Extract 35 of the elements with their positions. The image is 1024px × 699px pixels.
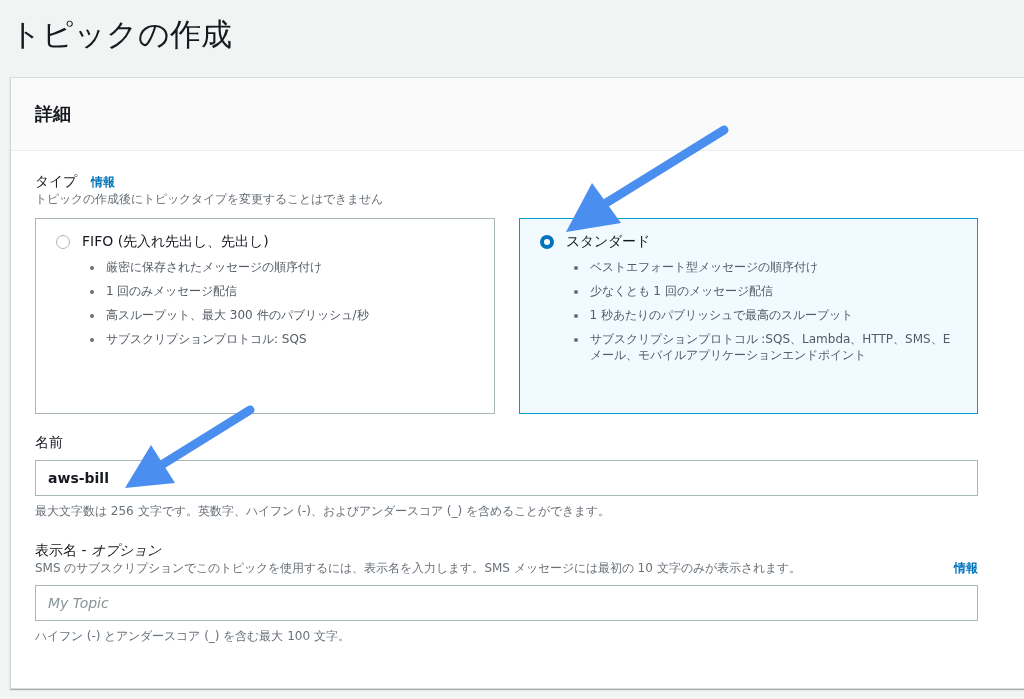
bullet-text: サブスクリプションプロトコル: SQS [106, 331, 307, 347]
option-label: スタンダード [565, 233, 650, 251]
name-input[interactable]: aws-bill [35, 460, 978, 496]
display-name-input[interactable]: My Topic [35, 585, 978, 621]
bullet-text: 厳密に保存されたメッセージの順序付け [106, 259, 322, 275]
name-hint: 最大文字数は 256 文字です。英数字、ハイフン (-)、およびアンダースコア (_) を含めることができます。 [35, 503, 612, 520]
info-link[interactable]: 情報 [954, 560, 978, 577]
bullet-icon [573, 338, 578, 342]
page-title: トピックの作成 [9, 15, 233, 54]
panel-title: 詳細 [35, 102, 71, 126]
bullet-text: 少なくとも 1 回のメッセージ配信 [589, 283, 773, 299]
display-name-description: SMS のサブスクリプションでこのトピックを使用するには、表示名を入力します。SMS メッセージには最初の 10 文字のみが表示されます。 [35, 560, 801, 577]
bullet-text: ベストエフォート型メッセージの順序付け [589, 259, 818, 275]
bullet-icon [90, 290, 94, 294]
type-label: タイプ [35, 173, 77, 191]
radio-button[interactable] [539, 235, 554, 249]
name-label: 名前 [35, 434, 64, 452]
type-description: トピックの作成後にトピックタイプを変更することはできません [35, 191, 384, 208]
display-name-hint: ハイフン (-) とアンダースコア (_) を含む最大 100 文字。 [35, 628, 351, 645]
bullet-text: 1 秒あたりのパブリッシュで最高のスループット [589, 307, 853, 323]
option-label: FIFO (先入れ先出し、先出し) [82, 233, 269, 251]
topic-type-option[interactable]: スタンダード ベストエフォート型メッセージの順序付け 少なくとも 1 回のメッセージ配信 1 秒あたりのパブリッシュで最高のスループット サブスクリプションプロトコル :SQS、Lambda、HTTP、SMS、E メール、モバイルアプリケーションエンドポイント [518, 218, 978, 414]
bullet-icon [573, 266, 578, 270]
topic-type-option[interactable]: FIFO (先入れ先出し、先出し) 厳密に保存されたメッセージの順序付け 1 回のみメッセージ配信 高スループット、最大 300 件のパブリッシュ/秒 サブスクリプションプロトコル: SQS [35, 218, 495, 414]
bullet-text: サブスクリプションプロトコル :SQS、Lambda、HTTP、SMS、E メール、モバイルアプリケーションエンドポイント [589, 331, 952, 363]
bullet-text: 高スループット、最大 300 件のパブリッシュ/秒 [106, 307, 369, 323]
bullet-icon [90, 266, 94, 270]
bullet-icon [90, 338, 94, 342]
bullet-text: 1 回のみメッセージ配信 [106, 283, 238, 299]
display-name-label: 表示名 - オプション [35, 542, 162, 560]
bullet-icon [573, 314, 578, 318]
bullet-icon [573, 290, 578, 294]
radio-button[interactable] [56, 235, 70, 249]
bullet-icon [90, 314, 94, 318]
info-link[interactable]: 情報 [91, 174, 115, 191]
